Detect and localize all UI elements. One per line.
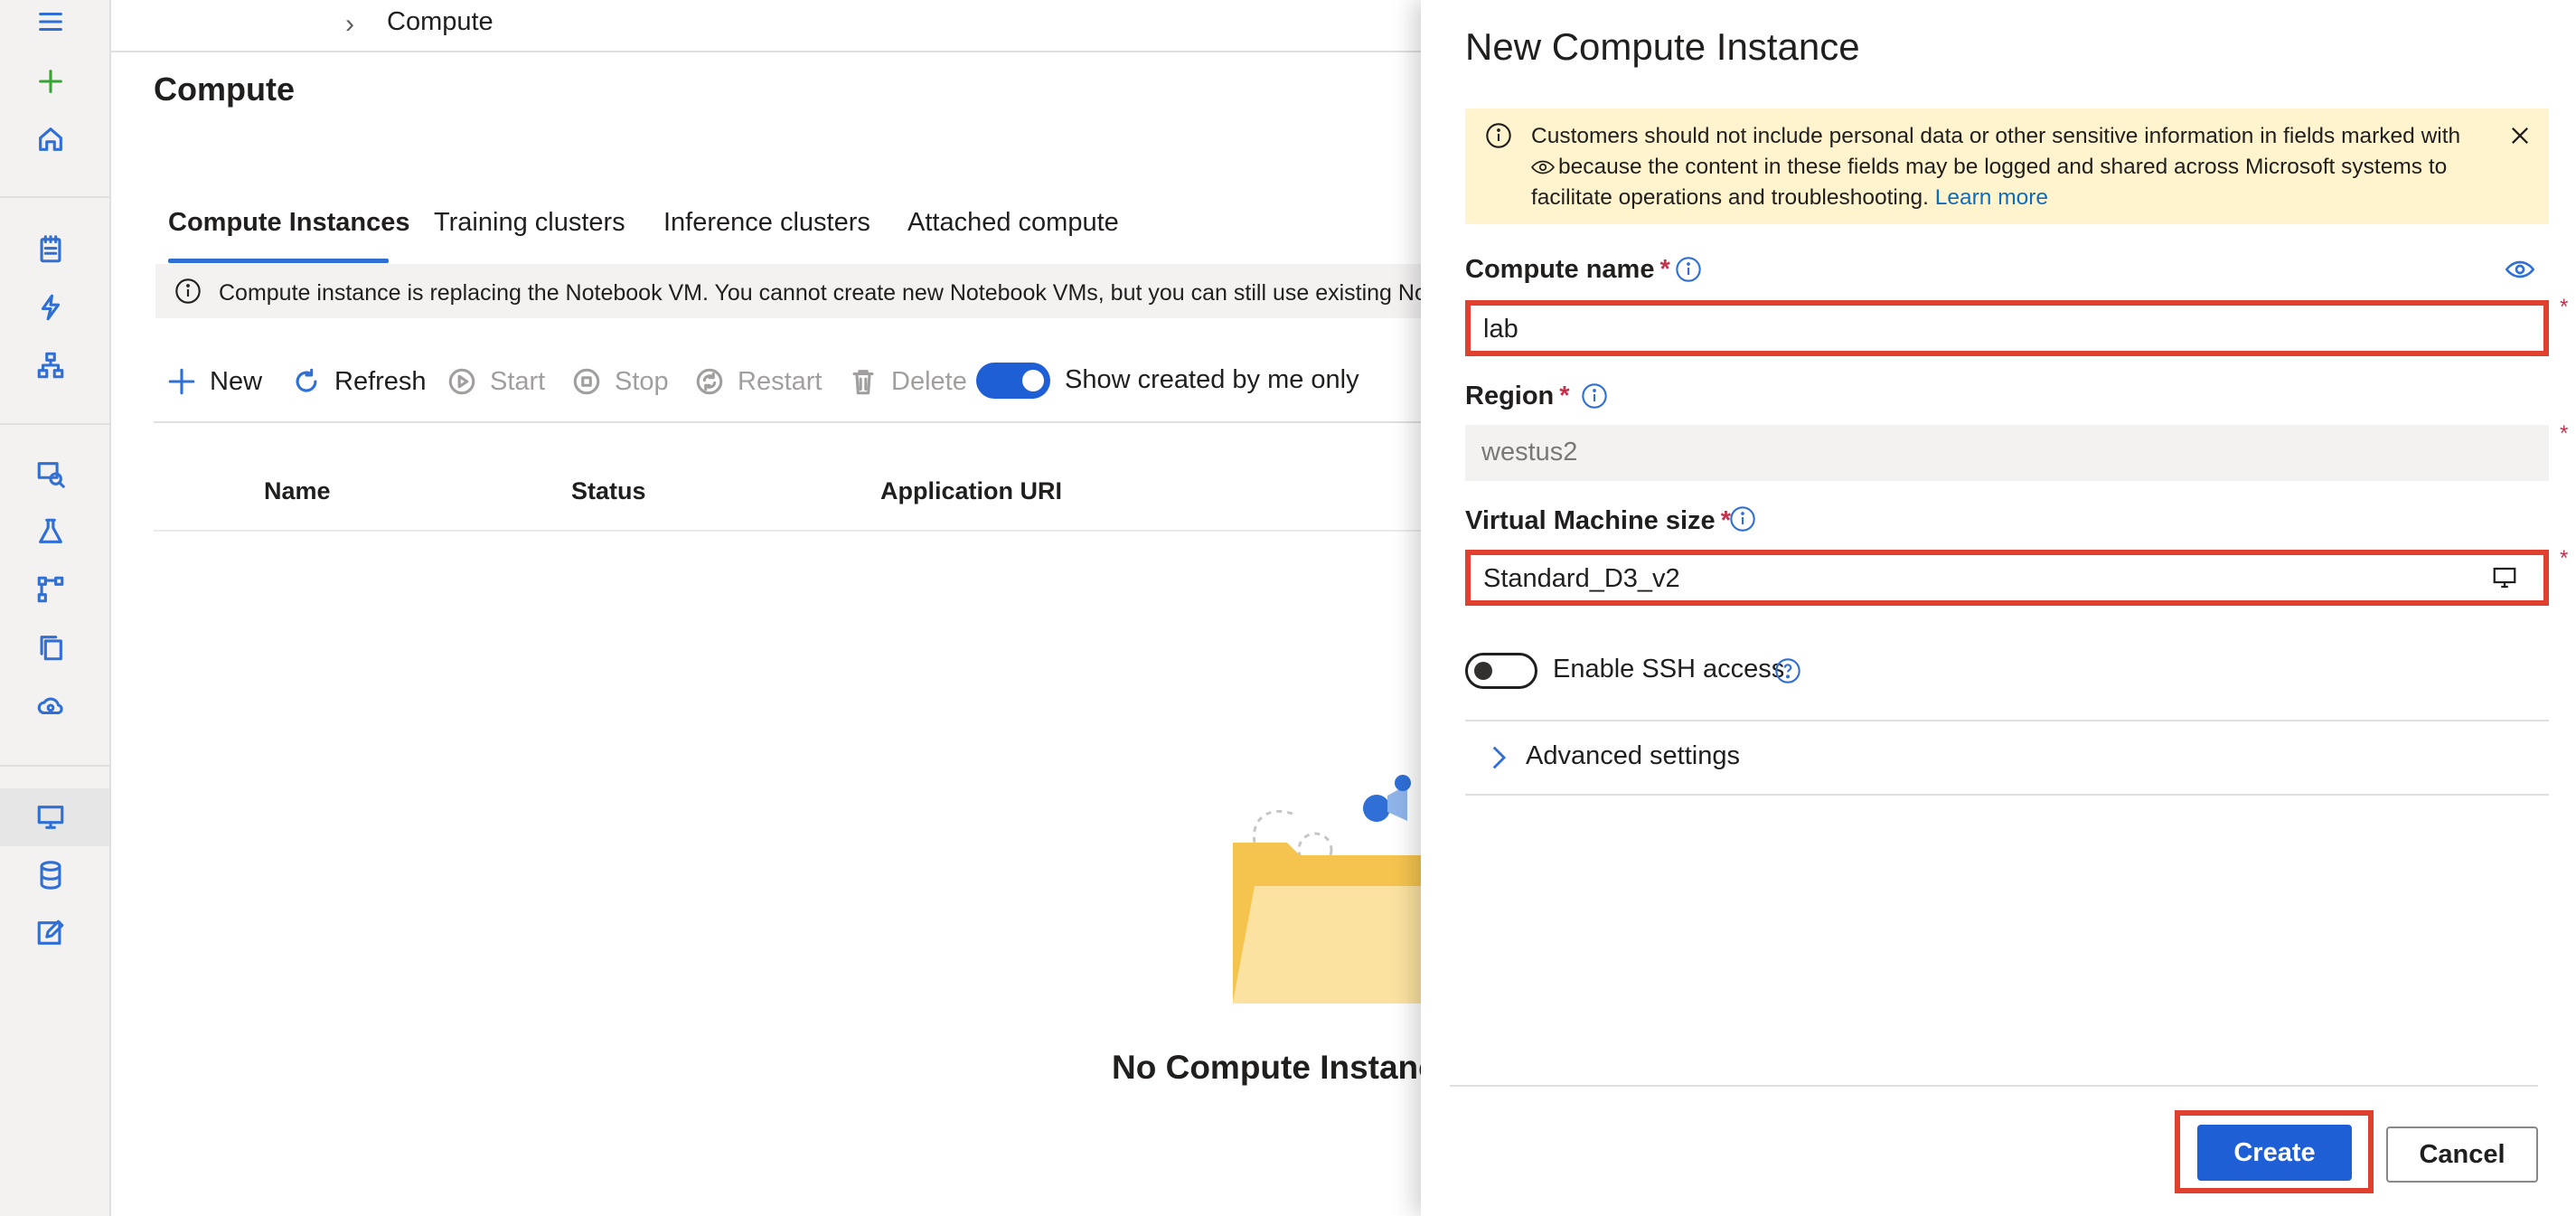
advanced-divider-top	[1465, 720, 2549, 721]
start-button[interactable]: Start	[447, 363, 545, 400]
plus-icon	[168, 368, 195, 395]
breadcrumb	[111, 0, 1422, 52]
show-mine-toggle[interactable]	[976, 363, 1050, 399]
compute-name-label-text: Compute name	[1465, 255, 1655, 284]
toolbar-divider	[154, 421, 1428, 423]
experiments-flask-icon[interactable]	[33, 514, 69, 550]
required-asterisk: *	[2560, 295, 2569, 319]
create-button[interactable]: Create	[2197, 1125, 2352, 1181]
required-asterisk: *	[1659, 255, 1670, 284]
refresh-button[interactable]: Refresh	[291, 363, 427, 400]
compute-name-input[interactable]: lab	[1465, 300, 2549, 356]
chevron-right-icon[interactable]	[1482, 740, 1513, 776]
infobar-message: Compute instance is replacing the Notebo…	[219, 280, 1471, 306]
pipelines-icon[interactable]	[33, 571, 69, 608]
stop-label: Stop	[615, 366, 669, 396]
trash-icon	[852, 370, 874, 395]
stop-icon	[573, 368, 600, 395]
designer-icon[interactable]	[33, 347, 69, 383]
required-asterisk: *	[2560, 546, 2569, 570]
info-icon[interactable]	[1674, 255, 1703, 284]
stop-button[interactable]: Stop	[571, 363, 669, 400]
tab-inference-clusters[interactable]: Inference clusters	[663, 208, 870, 238]
table-header-divider	[154, 530, 1428, 532]
automl-lightning-icon[interactable]	[33, 289, 69, 325]
new-label: New	[210, 366, 263, 396]
region-input: westus2	[1465, 425, 2549, 481]
eye-icon	[1531, 160, 1555, 174]
cancel-button[interactable]: Cancel	[2386, 1126, 2538, 1183]
hamburger-menu-icon[interactable]	[33, 4, 69, 40]
tab-attached-compute[interactable]: Attached compute	[907, 208, 1119, 238]
panel-title: New Compute Instance	[1465, 25, 1860, 68]
restart-label: Restart	[738, 366, 823, 396]
compute-monitor-icon[interactable]	[33, 799, 69, 835]
empty-state-title: No Compute Instance	[1112, 1049, 1456, 1086]
refresh-icon	[296, 368, 317, 392]
help-icon[interactable]	[1773, 656, 1802, 685]
column-header-status[interactable]: Status	[571, 477, 646, 505]
info-icon[interactable]	[1580, 382, 1609, 410]
refresh-label: Refresh	[334, 366, 427, 396]
rail-divider	[0, 196, 109, 198]
info-icon[interactable]	[1728, 504, 1757, 533]
play-icon	[448, 368, 475, 395]
vm-size-label: Virtual Machine size *	[1465, 506, 1731, 536]
close-icon[interactable]	[2507, 123, 2533, 148]
left-nav-rail	[0, 0, 111, 1216]
required-asterisk: *	[1559, 382, 1570, 410]
ssh-toggle[interactable]	[1465, 653, 1537, 689]
new-button[interactable]: New	[166, 363, 262, 400]
rail-divider	[0, 423, 109, 425]
advanced-settings-toggle[interactable]: Advanced settings	[1526, 741, 1740, 771]
eye-icon	[2505, 260, 2534, 278]
compute-name-label: Compute name *	[1465, 255, 1670, 285]
vm-size-input[interactable]: Standard_D3_v2	[1465, 550, 2549, 606]
column-header-application-uri[interactable]: Application URI	[880, 477, 1062, 505]
data-labeling-edit-icon[interactable]	[33, 915, 69, 951]
required-asterisk: *	[2560, 421, 2569, 446]
ssh-label: Enable SSH access	[1553, 655, 1785, 683]
learn-more-link[interactable]: Learn more	[1935, 185, 2048, 210]
region-label-text: Region	[1465, 382, 1555, 410]
notebook-icon[interactable]	[33, 231, 69, 268]
region-label: Region *	[1465, 382, 1570, 411]
datastores-database-icon[interactable]	[33, 857, 69, 893]
show-mine-label: Show created by me only	[1065, 365, 1359, 394]
footer-divider	[1450, 1085, 2538, 1087]
tab-compute-instances[interactable]: Compute Instances	[168, 208, 410, 238]
rail-divider	[0, 765, 109, 767]
advanced-divider-bottom	[1465, 794, 2549, 796]
vm-size-label-text: Virtual Machine size	[1465, 506, 1716, 535]
chevron-right-icon: ›	[345, 9, 354, 39]
monitor-icon[interactable]	[2491, 564, 2518, 591]
delete-button[interactable]: Delete	[848, 363, 967, 400]
restart-icon	[696, 368, 723, 395]
restart-button[interactable]: Restart	[694, 363, 822, 400]
active-tab-indicator	[168, 259, 389, 263]
info-icon	[1486, 123, 1511, 148]
warning-text: Customers should not include personal da…	[1531, 121, 2489, 213]
models-icon[interactable]	[33, 629, 69, 665]
home-icon[interactable]	[33, 121, 69, 157]
warning-text-part-1: Customers should not include personal da…	[1531, 124, 2461, 148]
delete-label: Delete	[891, 366, 967, 396]
plus-icon[interactable]	[33, 63, 69, 99]
breadcrumb-current[interactable]: Compute	[387, 7, 494, 37]
start-label: Start	[490, 366, 546, 396]
page-title: Compute	[154, 71, 295, 108]
info-icon	[175, 278, 201, 304]
datasets-icon[interactable]	[33, 456, 69, 492]
endpoints-cloud-icon[interactable]	[33, 687, 69, 723]
tab-training-clusters[interactable]: Training clusters	[434, 208, 625, 238]
empty-folder-illustration	[1232, 775, 1428, 1004]
column-header-name[interactable]: Name	[264, 477, 331, 505]
